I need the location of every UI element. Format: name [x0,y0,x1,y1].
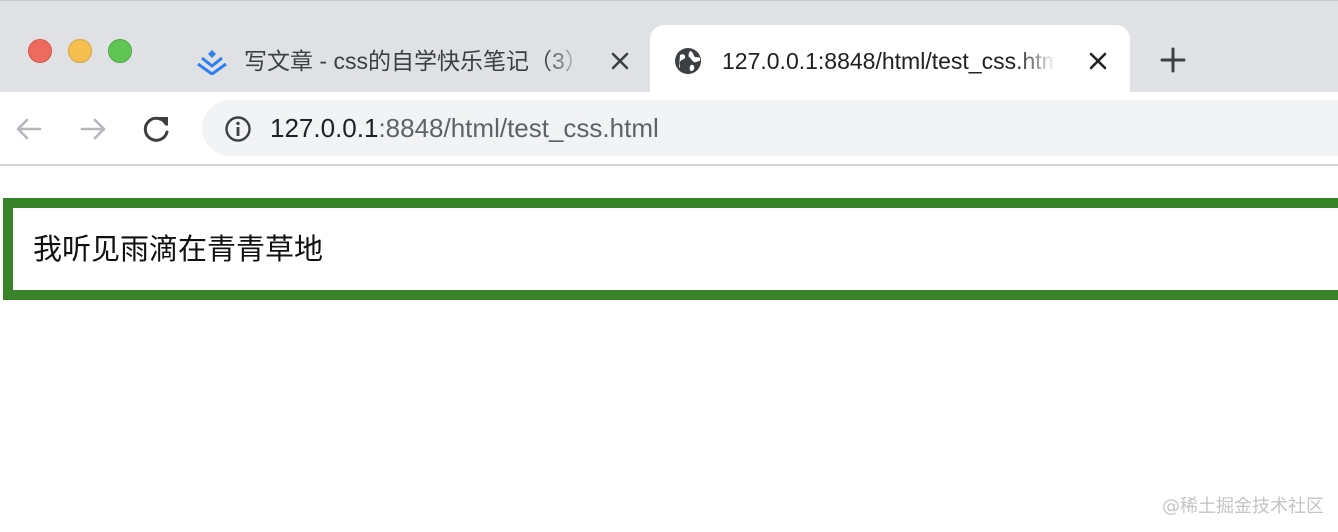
globe-icon [675,48,701,74]
url-path: :8848/html/test_css.html [378,113,659,143]
forward-arrow-icon[interactable] [76,112,110,146]
new-tab-plus-icon[interactable] [1158,45,1188,75]
close-icon[interactable] [1086,49,1110,73]
tab-strip: 写文章 - css的自学快乐笔记（3） 127.0.0.1:8848/html/… [0,0,1338,93]
window-minimize-button[interactable] [68,39,92,63]
tab-title: 127.0.0.1:8848/html/test_css.html [722,44,1056,78]
reload-icon[interactable] [140,112,174,146]
window-maximize-button[interactable] [108,39,132,63]
box-text: 我听见雨滴在青青草地 [33,232,324,266]
browser-toolbar: 127.0.0.1:8848/html/test_css.html [0,92,1338,166]
info-icon[interactable] [224,115,252,143]
tab-juejin-editor[interactable]: 写文章 - css的自学快乐笔记（3） [178,25,648,93]
juejin-logo-icon [197,50,227,75]
tab-title: 写文章 - css的自学快乐笔记（3） [244,44,584,78]
address-bar[interactable]: 127.0.0.1:8848/html/test_css.html [202,100,1338,156]
close-icon[interactable] [608,49,632,73]
bordered-paragraph-box: 我听见雨滴在青青草地 [3,198,1338,300]
watermark: @稀土掘金技术社区 [1162,496,1324,517]
window-close-button[interactable] [28,39,52,63]
back-arrow-icon[interactable] [12,112,46,146]
tab-test-css[interactable]: 127.0.0.1:8848/html/test_css.html [650,25,1130,93]
url-text[interactable]: 127.0.0.1:8848/html/test_css.html [270,110,659,146]
url-host: 127.0.0.1 [270,113,379,143]
page-viewport: 我听见雨滴在青青草地 @稀土掘金技术社区 [0,166,1338,532]
